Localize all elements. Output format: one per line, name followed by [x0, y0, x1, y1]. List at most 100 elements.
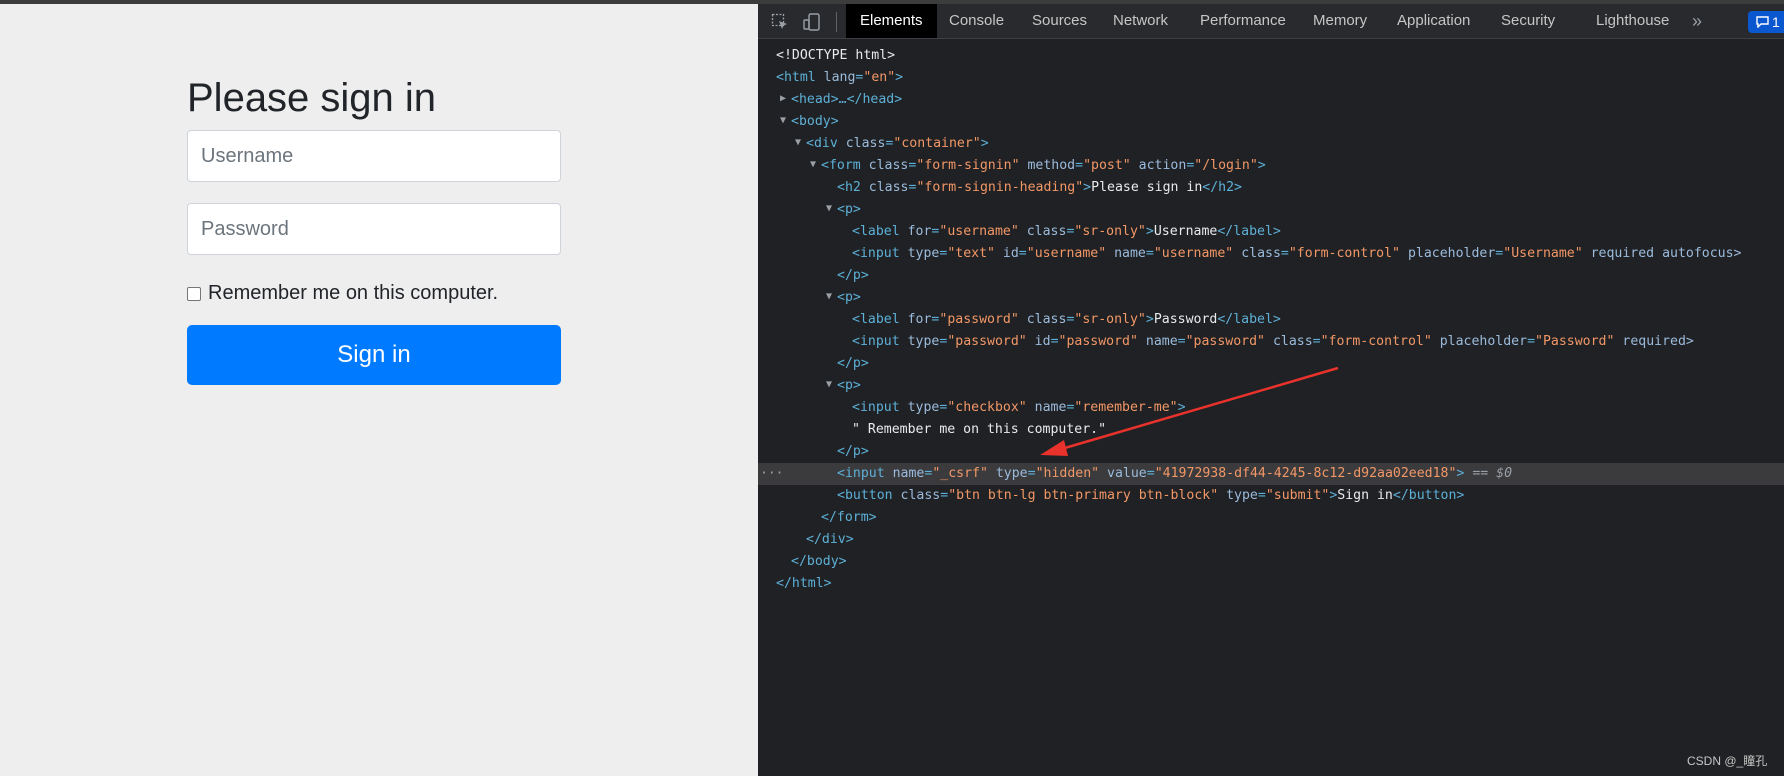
device-toolbar-icon[interactable] [802, 12, 822, 32]
eq-text: = [940, 488, 949, 503]
expanded-triangle-icon[interactable]: ▼ [826, 198, 832, 220]
doctype-text: <!DOCTYPE html> [776, 48, 896, 63]
tag-text: <form [821, 158, 861, 173]
dom-node[interactable]: <label for="username" class="sr-only">Us… [758, 221, 1784, 243]
tag-text: <p> [837, 202, 861, 217]
dom-node[interactable]: <label for="password" class="sr-only">Pa… [758, 309, 1784, 331]
watermark: CSDN @_瞳孔 [1687, 754, 1768, 768]
expanded-triangle-icon[interactable]: ▼ [795, 132, 801, 154]
attr-value: "sr-only" [1074, 224, 1146, 239]
attr-name: id [1002, 246, 1019, 261]
tag-text: <input [852, 246, 900, 261]
expanded-triangle-icon[interactable]: ▼ [780, 110, 786, 132]
tag-text: </p> [837, 268, 869, 283]
dom-node[interactable]: </div> [758, 529, 1784, 551]
dom-node[interactable]: ▼ <form class="form-signin" method="post"… [758, 155, 1784, 177]
attr-name: class [868, 158, 909, 173]
tag-text: </h2> [1202, 180, 1242, 195]
tag-text: <label [852, 312, 900, 327]
tab-lighthouse[interactable]: Lighthouse [1596, 4, 1669, 38]
dom-node[interactable]: ▼ <div class="container"> [758, 133, 1784, 155]
tab-performance[interactable]: Performance [1200, 4, 1286, 38]
dom-node[interactable]: </body> [758, 551, 1784, 573]
remember-me-row[interactable]: Remember me on this computer. [187, 282, 498, 305]
dom-node[interactable]: </p> [758, 265, 1784, 287]
tab-console[interactable]: Console [949, 4, 1004, 38]
tag-text: </label> [1217, 224, 1281, 239]
eq-text: = [1146, 466, 1155, 481]
tab-security[interactable]: Security [1501, 4, 1555, 38]
dom-node[interactable]: " Remember me on this computer." [758, 419, 1784, 441]
attr-name: id [1034, 334, 1051, 349]
attr-value: "submit" [1265, 488, 1330, 503]
expanded-triangle-icon[interactable]: ▼ [826, 374, 832, 396]
dom-node[interactable]: ▼ <p> [758, 287, 1784, 309]
tab-network[interactable]: Network [1113, 4, 1168, 38]
dom-node[interactable]: <h2 class="form-signin-heading">Please s… [758, 177, 1784, 199]
attr-value: "form-control" [1320, 334, 1432, 349]
tab-memory[interactable]: Memory [1313, 4, 1367, 38]
attr-value: "en" [863, 70, 896, 85]
tag-end: > [1456, 466, 1465, 481]
dom-node[interactable]: </html> [758, 573, 1784, 595]
eq-text: = [1177, 334, 1186, 349]
attr-value: "Username" [1503, 246, 1583, 261]
inspect-element-icon[interactable] [770, 12, 790, 32]
collapsed-triangle-icon[interactable]: ▶ [780, 88, 786, 110]
attr-value: "text" [947, 246, 995, 261]
tag-text: <label [852, 224, 900, 239]
dom-node[interactable]: </form> [758, 507, 1784, 529]
dom-node[interactable]: <button class="btn btn-lg btn-primary bt… [758, 485, 1784, 507]
attr-name: class [1026, 312, 1067, 327]
attr-name: type [907, 246, 940, 261]
attr-value: "hidden" [1035, 466, 1100, 481]
remember-me-checkbox[interactable] [187, 286, 201, 301]
chat-badge-icon[interactable]: 1 [1748, 11, 1784, 33]
dom-node[interactable]: <!DOCTYPE html> [758, 45, 1784, 67]
dom-node[interactable]: ▼ <body> [758, 111, 1784, 133]
badge-count: 1 [1772, 14, 1780, 30]
attr-name: type [907, 400, 940, 415]
attr-name: required> [1622, 334, 1694, 349]
username-input[interactable] [187, 130, 561, 182]
expanded-triangle-icon[interactable]: ▼ [826, 286, 832, 308]
password-input[interactable] [187, 203, 561, 255]
attr-name: class [868, 180, 909, 195]
tag-text: <button [837, 488, 893, 503]
csrf-token-value: "41972938-df44-4245-8c12-d92aa02eed18" [1154, 466, 1457, 481]
dom-node-selected[interactable]: ··· <input name="_csrf" type="hidden" val… [758, 463, 1784, 485]
attr-value: "Password" [1535, 334, 1615, 349]
page-viewport: Please sign in Remember me on this compu… [0, 4, 758, 776]
attr-value: "password" [1185, 334, 1265, 349]
dom-node[interactable]: </p> [758, 441, 1784, 463]
tab-application[interactable]: Application [1397, 4, 1470, 38]
attr-value: "/login" [1194, 158, 1258, 173]
dom-node[interactable]: ▶ <head>…</head> [758, 89, 1784, 111]
sign-in-button[interactable]: Sign in [187, 325, 561, 385]
tag-text: </label> [1217, 312, 1281, 327]
attr-value: "sr-only" [1074, 312, 1146, 327]
expanded-triangle-icon[interactable]: ▼ [810, 154, 816, 176]
dom-node[interactable]: <input type="password" id="password" nam… [758, 331, 1784, 353]
node-actions-icon[interactable]: ··· [760, 463, 783, 485]
devtools-tab-bar: Elements Console Sources Network Perform… [758, 4, 1784, 39]
more-tabs-icon[interactable]: » [1692, 4, 1702, 38]
attr-name: class [900, 488, 941, 503]
tab-sources[interactable]: Sources [1032, 4, 1087, 38]
dom-node[interactable]: ▼ <p> [758, 199, 1784, 221]
tab-elements[interactable]: Elements [846, 4, 937, 38]
attr-name: placeholder [1439, 334, 1528, 349]
dom-node[interactable]: <input type="text" id="username" name="u… [758, 243, 1784, 265]
tag-text: </p> [837, 444, 869, 459]
attr-name: name [1145, 334, 1178, 349]
attr-value: "container" [893, 136, 981, 151]
attr-value: "post" [1083, 158, 1131, 173]
dom-node[interactable]: </p> [758, 353, 1784, 375]
dom-node[interactable]: <input type="checkbox" name="remember-me… [758, 397, 1784, 419]
text-node: Please sign in [1091, 180, 1203, 195]
attr-name: name [1034, 400, 1067, 415]
tag-text: </p> [837, 356, 869, 371]
dom-node[interactable]: ▼ <p> [758, 375, 1784, 397]
tag-text: <input [852, 334, 900, 349]
dom-node[interactable]: <html lang="en"> [758, 67, 1784, 89]
